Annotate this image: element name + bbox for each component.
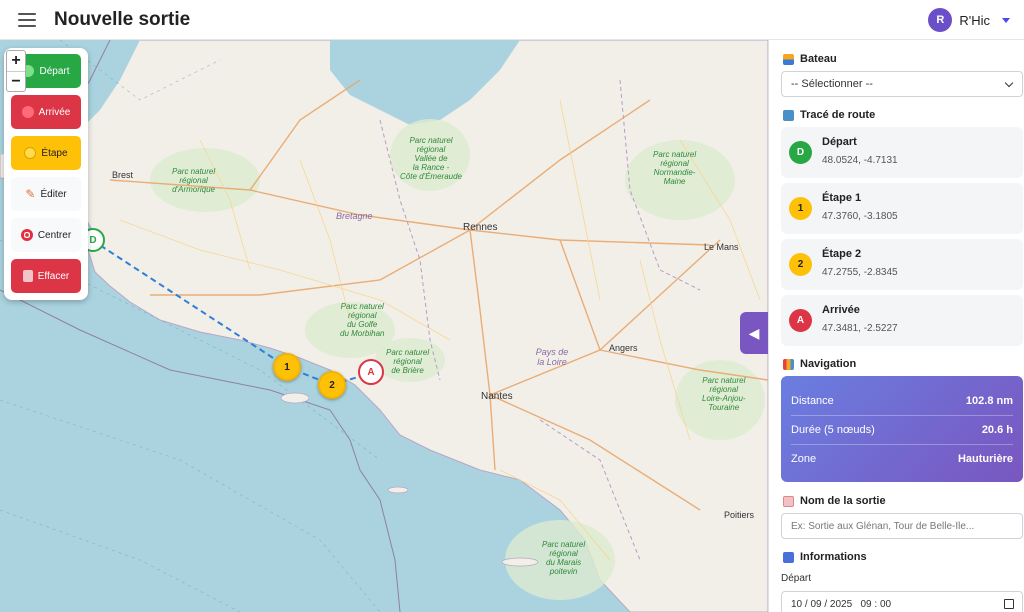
waypoint-name: Arrivée bbox=[822, 304, 860, 316]
yellow-circle-icon bbox=[24, 147, 37, 159]
section-route-label: Tracé de route bbox=[800, 109, 876, 121]
section-route-title: Tracé de route bbox=[783, 109, 875, 121]
outing-name-input[interactable] bbox=[781, 513, 1023, 539]
target-icon bbox=[20, 229, 33, 241]
map-view[interactable]: Brest Rennes Nantes Angers Le Mans Poiti… bbox=[0, 40, 768, 612]
tool-depart-label: Départ bbox=[39, 65, 70, 77]
tool-arrivee-button[interactable]: Arrivée bbox=[11, 95, 81, 129]
tool-centrer-label: Centrer bbox=[37, 229, 72, 241]
tool-effacer-label: Effacer bbox=[37, 270, 70, 282]
waypoint-coords: 47.3481, -2.5227 bbox=[822, 323, 898, 334]
map-city-label: Brest bbox=[112, 170, 134, 180]
waypoint-card-arrivee[interactable]: A Arrivée 47.3481, -2.5227 bbox=[781, 295, 1023, 346]
map-park-label: Parc naturel régional Vallée de la Rance… bbox=[400, 136, 463, 181]
sailboat-icon bbox=[783, 53, 794, 65]
map-park-label: Parc naturel régional du Golfe du Morbih… bbox=[340, 302, 385, 338]
section-boat-label: Bateau bbox=[800, 53, 837, 65]
waypoint-badge: D bbox=[789, 141, 812, 164]
section-name-title: Nom de la sortie bbox=[783, 495, 886, 507]
depart-datetime-input[interactable]: 10 / 09 / 2025 09 : 00 bbox=[781, 591, 1023, 612]
nav-row-duration: Durée (5 nœuds) 20.6 h bbox=[791, 416, 1013, 444]
boat-select[interactable]: -- Sélectionner -- bbox=[781, 71, 1023, 97]
hamburger-menu-icon[interactable] bbox=[18, 12, 36, 27]
page-title: Nouvelle sortie bbox=[54, 8, 191, 30]
tool-etape-button[interactable]: Étape bbox=[11, 136, 81, 170]
waypoint-coords: 47.3760, -3.1805 bbox=[822, 211, 898, 222]
waypoint-coords: 47.2755, -2.8345 bbox=[822, 267, 898, 278]
tool-editer-button[interactable]: ✎ Éditer bbox=[11, 177, 81, 211]
waypoint-badge: 1 bbox=[789, 197, 812, 220]
map-city-label: Angers bbox=[609, 343, 638, 353]
navigation-summary-card: Distance 102.8 nm Durée (5 nœuds) 20.6 h… bbox=[781, 376, 1023, 482]
zoom-out-button[interactable]: − bbox=[7, 71, 25, 91]
bar-chart-icon bbox=[783, 358, 794, 370]
pencil-icon: ✎ bbox=[25, 187, 36, 201]
waypoint-card-step-1[interactable]: 1 Étape 1 47.3760, -3.1805 bbox=[781, 183, 1023, 234]
nav-row-zone: Zone Hauturière bbox=[791, 445, 1013, 473]
tool-centrer-button[interactable]: Centrer bbox=[11, 218, 81, 252]
section-navigation-label: Navigation bbox=[800, 358, 857, 370]
map-marker-arrivee[interactable]: A bbox=[358, 359, 384, 385]
nav-label: Durée (5 nœuds) bbox=[791, 424, 875, 436]
map-park-label: Parc naturel régional Loire-Anjou- Toura… bbox=[702, 376, 746, 412]
chevron-down-icon bbox=[1002, 17, 1010, 23]
section-info-title: Informations bbox=[783, 551, 867, 563]
map-park-label: Parc naturel régional du Marais poitevin bbox=[542, 540, 586, 576]
chevron-down-icon bbox=[1004, 78, 1014, 88]
section-name-label: Nom de la sortie bbox=[800, 495, 886, 507]
route-sidebar: Bateau -- Sélectionner -- Tracé de route… bbox=[768, 40, 1024, 612]
trash-icon bbox=[22, 270, 33, 282]
tool-etape-label: Étape bbox=[41, 147, 68, 159]
map-region-label: Pays de la Loire bbox=[535, 347, 569, 367]
map-city-label: Rennes bbox=[463, 222, 498, 233]
nav-label: Zone bbox=[791, 453, 817, 465]
section-boat-title: Bateau bbox=[783, 53, 837, 65]
depart-datetime-label: Départ bbox=[781, 573, 812, 584]
waypoint-coords: 48.0524, -4.7131 bbox=[822, 155, 898, 166]
map-park-label: Parc naturel régional Normandie- Maine bbox=[653, 150, 697, 186]
nav-value: Hauturière bbox=[957, 453, 1013, 465]
calendar-icon[interactable] bbox=[1004, 599, 1014, 609]
tool-editer-label: Éditer bbox=[40, 188, 67, 200]
boat-select-value: -- Sélectionner -- bbox=[791, 78, 873, 90]
zoom-control: + − bbox=[6, 50, 26, 92]
red-circle-icon bbox=[21, 106, 34, 118]
section-navigation-title: Navigation bbox=[783, 358, 856, 370]
waypoint-name: Étape 2 bbox=[822, 248, 862, 260]
memo-icon bbox=[783, 495, 794, 507]
user-menu[interactable]: R R'Hic bbox=[928, 0, 1010, 40]
calendar-icon bbox=[783, 551, 794, 563]
nav-label: Distance bbox=[791, 395, 834, 407]
map-marker-step-1[interactable]: 1 bbox=[273, 353, 301, 381]
depart-datetime-value: 10 / 09 / 2025 09 : 00 bbox=[791, 598, 892, 610]
waypoint-card-depart[interactable]: D Départ 48.0524, -4.7131 bbox=[781, 127, 1023, 178]
waypoint-badge: A bbox=[789, 309, 812, 332]
user-name: R'Hic bbox=[959, 12, 990, 28]
map-city-label: Poitiers bbox=[724, 510, 755, 520]
waypoint-name: Départ bbox=[822, 136, 857, 148]
map-marker-step-2[interactable]: 2 bbox=[318, 371, 346, 399]
sidebar-collapse-button[interactable]: ◀ bbox=[740, 312, 768, 354]
map-park-label: Parc naturel régional de Brière bbox=[386, 348, 430, 375]
app-header: Nouvelle sortie R R'Hic bbox=[0, 0, 1024, 40]
nav-value: 20.6 h bbox=[981, 424, 1013, 436]
zoom-in-button[interactable]: + bbox=[7, 51, 25, 71]
section-info-label: Informations bbox=[800, 551, 867, 563]
map-icon bbox=[783, 109, 794, 121]
map-region-label: Bretagne bbox=[336, 211, 373, 221]
map-city-label: Nantes bbox=[481, 391, 513, 402]
map-park-label: Parc naturel régional d'Armorique bbox=[172, 167, 216, 194]
nav-value: 102.8 nm bbox=[965, 395, 1013, 407]
tool-arrivee-label: Arrivée bbox=[38, 106, 71, 118]
avatar: R bbox=[928, 8, 953, 32]
waypoint-name: Étape 1 bbox=[822, 192, 862, 204]
map-city-label: Le Mans bbox=[704, 242, 739, 252]
waypoint-badge: 2 bbox=[789, 253, 812, 276]
nav-row-distance: Distance 102.8 nm bbox=[791, 387, 1013, 415]
waypoint-card-step-2[interactable]: 2 Étape 2 47.2755, -2.8345 bbox=[781, 239, 1023, 290]
tool-effacer-button[interactable]: Effacer bbox=[11, 259, 81, 293]
